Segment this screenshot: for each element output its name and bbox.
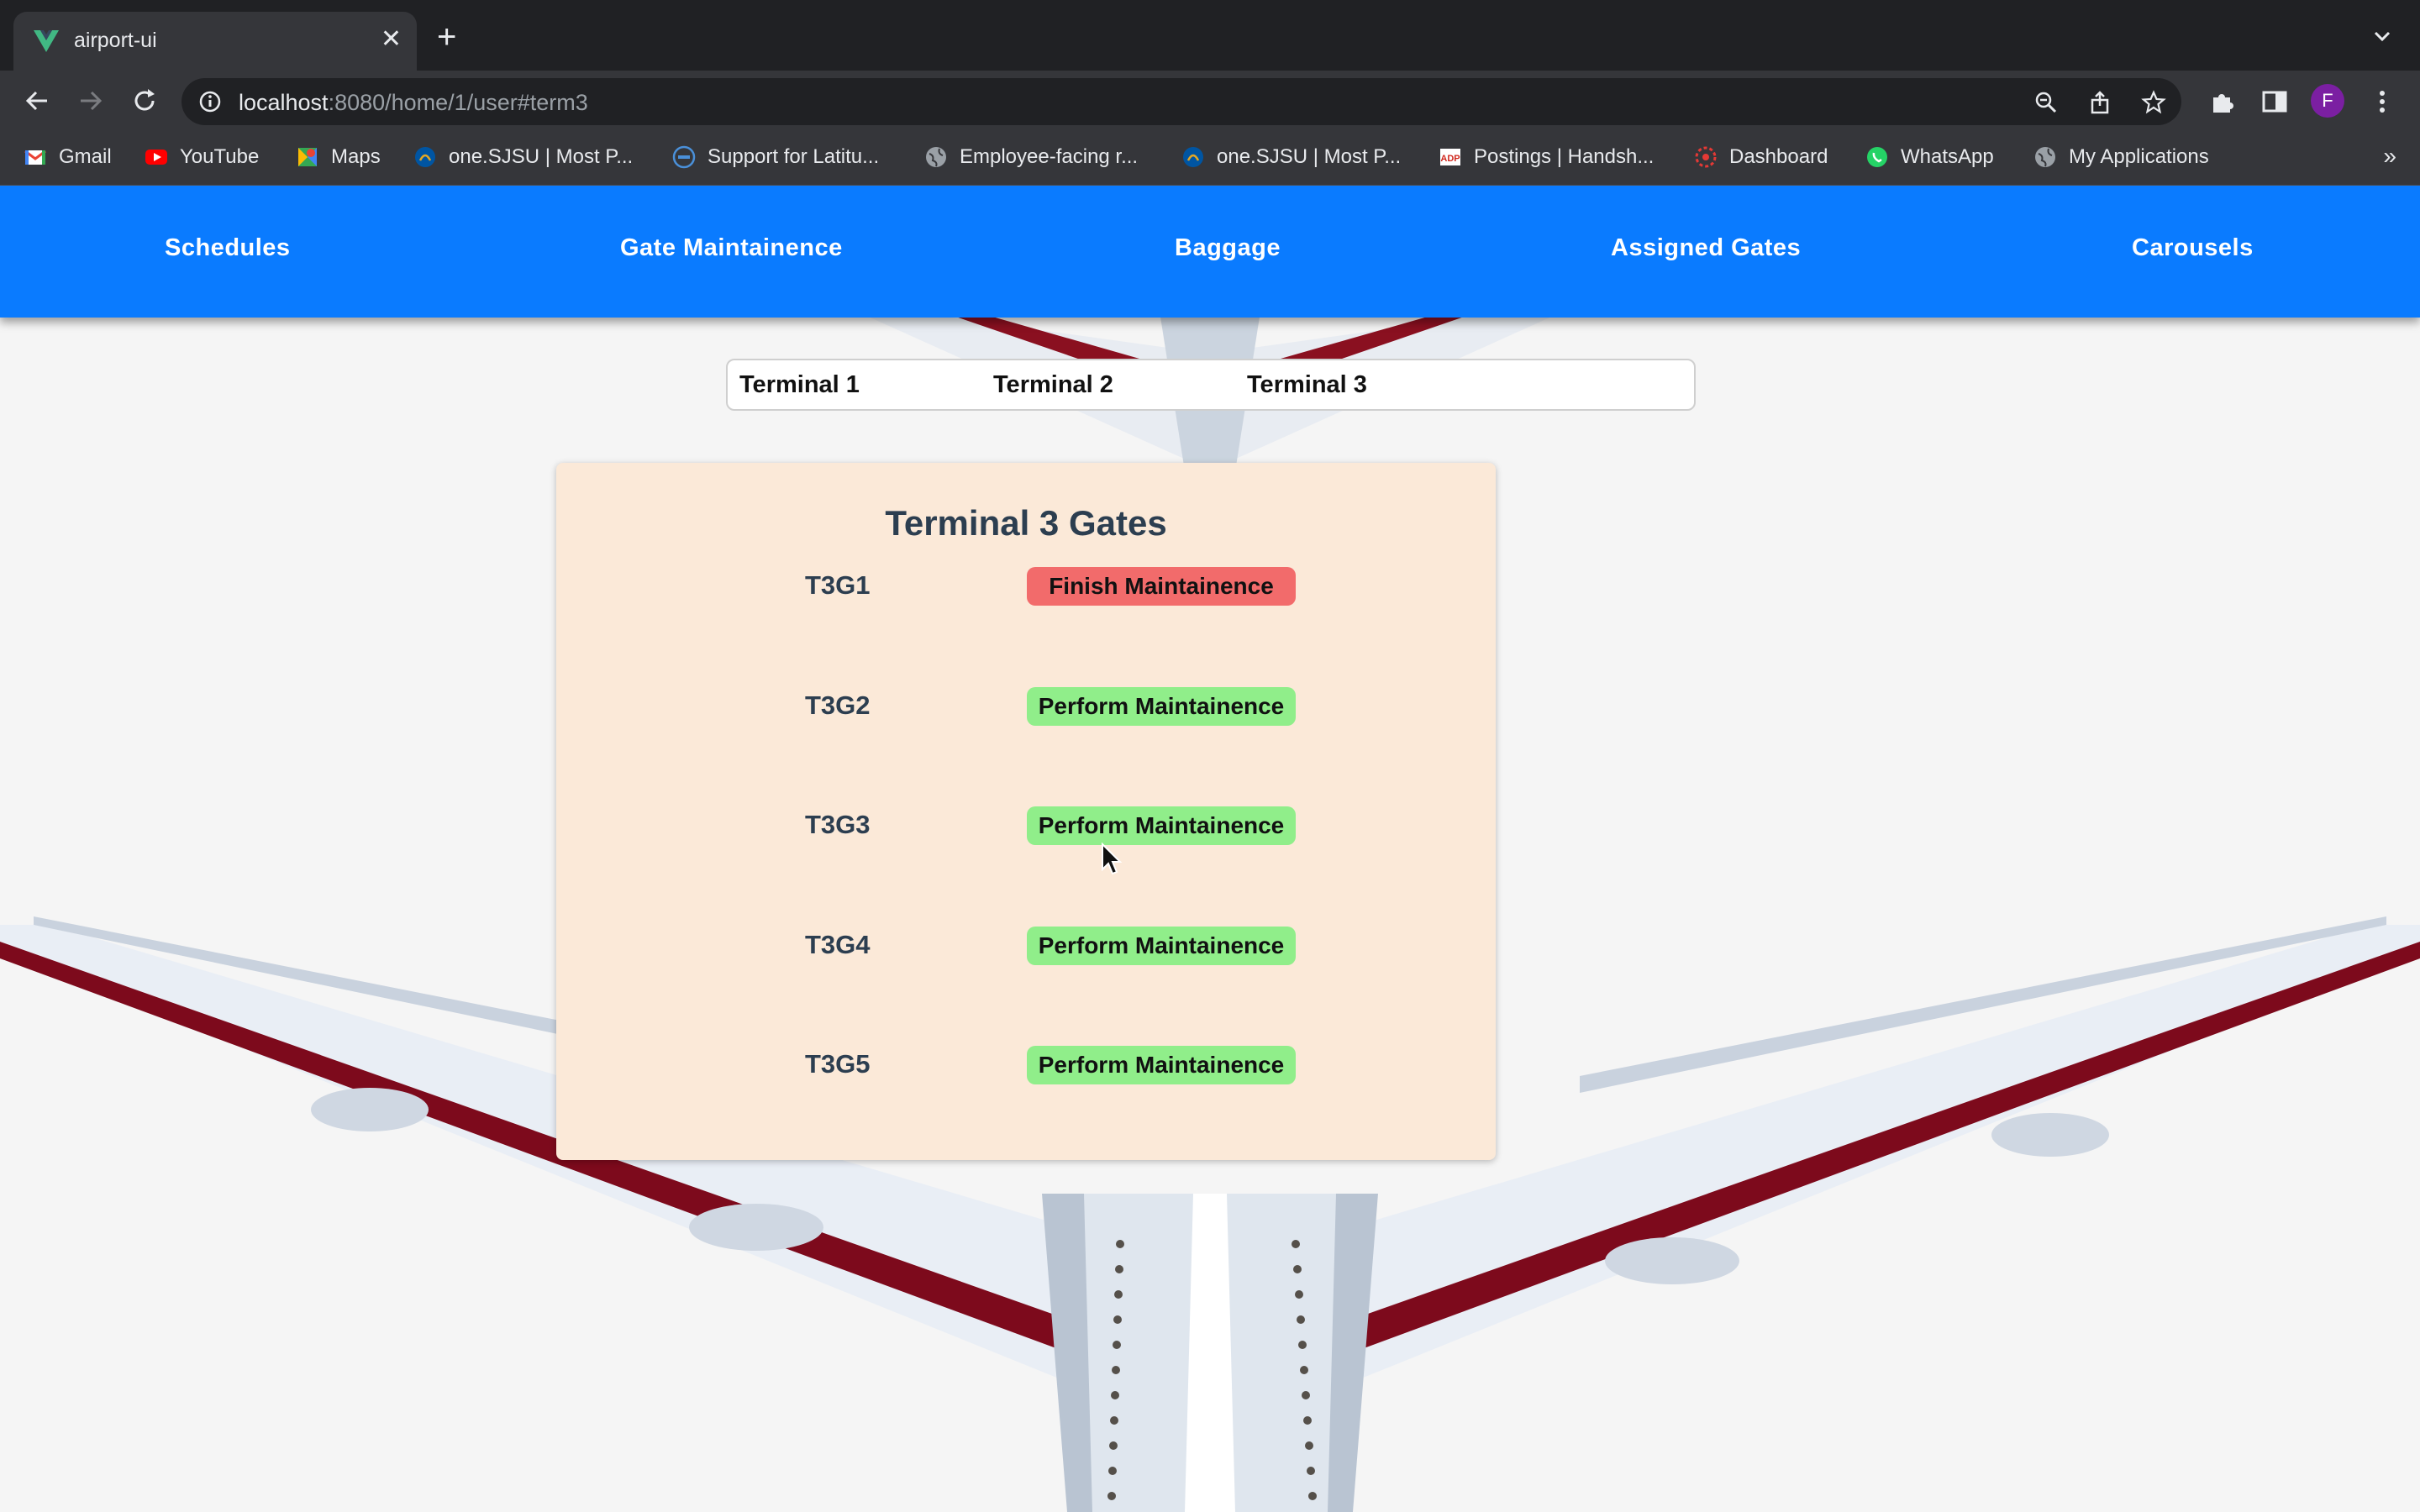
adp-icon: ADP [1440, 149, 1460, 165]
sjsu-icon [415, 147, 435, 167]
browser-toolbar: localhost:8080/home/1/user#term3 F [0, 71, 2420, 131]
bookmark-label: My Applications [2069, 145, 2209, 168]
gate-name: T3G4 [805, 930, 871, 959]
tab-terminal-3[interactable]: Terminal 3 [1247, 371, 1367, 399]
bookmark-employee-facing[interactable]: Employee-facing r... [924, 143, 1138, 171]
gate-name: T3G1 [805, 570, 871, 600]
close-tab-icon[interactable]: ✕ [381, 25, 402, 54]
extensions-puzzle-icon[interactable] [2208, 87, 2237, 116]
gmail-icon [24, 150, 46, 165]
finish-maintainence-button[interactable]: Finish Maintainence [1027, 567, 1296, 606]
terminal-tabs: Terminal 1 Terminal 2 Terminal 3 [726, 359, 1696, 411]
nav-baggage[interactable]: Baggage [1175, 234, 1281, 262]
bookmark-label: Support for Latitu... [708, 145, 880, 168]
app-navbar: Schedules Gate Maintainence Baggage Assi… [0, 186, 2420, 318]
bookmark-onesjsu-1[interactable]: one.SJSU | Most P... [413, 143, 633, 171]
bookmark-onesjsu-2[interactable]: one.SJSU | Most P... [1181, 143, 1401, 171]
bookmark-whatsapp[interactable]: WhatsApp [1865, 143, 1994, 171]
back-arrow-icon[interactable] [22, 86, 52, 116]
browser-tab-strip: airport-ui ✕ + [0, 0, 2420, 71]
bookmark-label: one.SJSU | Most P... [1217, 145, 1402, 168]
dell-icon [672, 145, 696, 169]
bookmark-label: Postings | Handsh... [1474, 145, 1655, 168]
bookmark-maps[interactable]: Maps [296, 143, 381, 171]
mouse-cursor-icon [1102, 843, 1123, 875]
vue-logo-icon [34, 30, 59, 52]
bookmark-label: WhatsApp [1901, 145, 1994, 168]
perform-maintainence-button[interactable]: Perform Maintainence [1027, 1046, 1296, 1084]
menu-kebab-icon[interactable] [2368, 87, 2396, 116]
browser-tab[interactable]: airport-ui ✕ [13, 12, 417, 71]
bookmark-youtube[interactable]: YouTube [145, 143, 259, 171]
sjsu-icon [1183, 147, 1203, 167]
url-text: localhost:8080/home/1/user#term3 [239, 90, 588, 115]
bookmark-my-applications[interactable]: My Applications [2033, 143, 2209, 171]
bookmark-handshake[interactable]: ADP Postings | Handsh... [1439, 143, 1654, 171]
tab-terminal-1[interactable]: Terminal 1 [739, 371, 860, 399]
tab-terminal-2[interactable]: Terminal 2 [993, 371, 1113, 399]
reload-icon[interactable] [129, 86, 160, 116]
bookmark-star-icon[interactable] [2141, 90, 2166, 115]
bookmark-label: Gmail [59, 145, 112, 168]
svg-text:ADP: ADP [1440, 154, 1460, 164]
new-tab-button[interactable]: + [437, 20, 456, 54]
terminal-gates-panel: Terminal 3 Gates T3G1 Finish Maintainenc… [556, 463, 1496, 1160]
globe-icon [2035, 147, 2055, 167]
tab-search-chevron-icon[interactable] [2371, 25, 2393, 47]
bookmark-label: YouTube [180, 145, 260, 168]
perform-maintainence-button[interactable]: Perform Maintainence [1027, 687, 1296, 726]
bookmark-label: Maps [331, 145, 381, 168]
perform-maintainence-button[interactable]: Perform Maintainence [1027, 927, 1296, 965]
gate-name: T3G5 [805, 1049, 871, 1079]
bookmarks-bar: Gmail YouTube Maps one.SJSU | Most P... … [0, 131, 2420, 186]
bookmark-label: Dashboard [1729, 145, 1828, 168]
site-info-icon[interactable] [198, 90, 222, 113]
nav-schedules[interactable]: Schedules [165, 234, 291, 262]
dashboard-icon [1695, 146, 1717, 168]
zoom-icon[interactable] [2033, 90, 2059, 115]
youtube-icon [145, 150, 167, 165]
profile-avatar[interactable]: F [2311, 84, 2344, 118]
share-icon[interactable] [2087, 90, 2112, 115]
app-viewport: Schedules Gate Maintainence Baggage Assi… [0, 186, 2420, 1512]
maps-icon [298, 148, 317, 166]
perform-maintainence-button[interactable]: Perform Maintainence [1027, 806, 1296, 845]
bookmark-dell-support[interactable]: Support for Latitu... [672, 143, 879, 171]
bookmark-label: Employee-facing r... [960, 145, 1139, 168]
bookmark-dashboard[interactable]: Dashboard [1694, 143, 1828, 171]
gate-name: T3G3 [805, 810, 871, 839]
nav-gate-maintainence[interactable]: Gate Maintainence [620, 234, 843, 262]
nav-assigned-gates[interactable]: Assigned Gates [1611, 234, 1801, 262]
nav-carousels[interactable]: Carousels [2132, 234, 2254, 262]
address-bar[interactable]: localhost:8080/home/1/user#term3 [182, 78, 2181, 125]
globe-icon [926, 147, 946, 167]
bookmark-gmail[interactable]: Gmail [24, 143, 112, 171]
forward-arrow-icon[interactable] [76, 86, 106, 116]
bookmark-label: one.SJSU | Most P... [449, 145, 634, 168]
more-bookmarks-button[interactable]: » [2383, 143, 2396, 170]
side-panel-icon[interactable] [2260, 87, 2289, 116]
tab-title: airport-ui [74, 29, 157, 52]
panel-title: Terminal 3 Gates [885, 503, 1167, 543]
whatsapp-icon [1867, 147, 1887, 167]
gate-name: T3G2 [805, 690, 871, 720]
